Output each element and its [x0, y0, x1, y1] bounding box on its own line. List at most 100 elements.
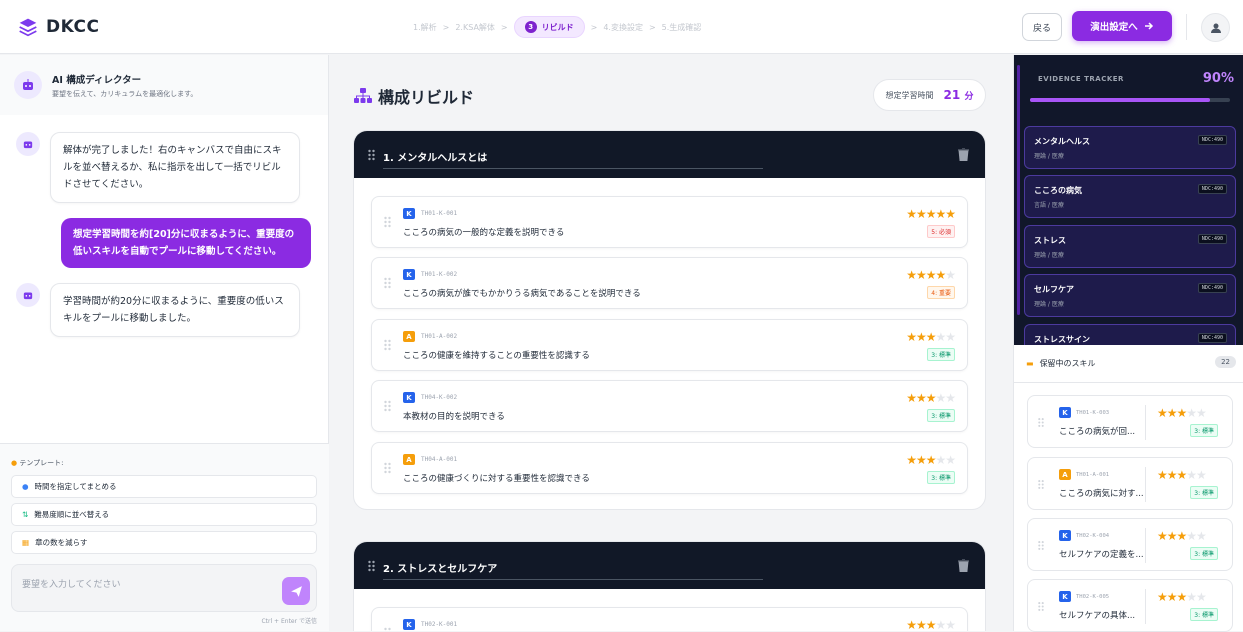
ndc-tag: NDC:490 [1197, 234, 1227, 244]
evidence-item-sub: 理論 / 医療 [1034, 252, 1064, 259]
skill-card[interactable]: A TH04-A-001 こころの健康づくりに対する重要性を認識できる ★★★★… [371, 442, 968, 494]
robot-icon [14, 71, 42, 99]
drag-handle-icon[interactable] [368, 560, 375, 572]
importance-badge: 3: 標準 [1190, 547, 1218, 560]
skill-code: TH01-K-002 [421, 271, 458, 278]
skill-card[interactable]: K TH01-K-001 こころの病気の一般的な定義を説明できる ★★★★★ 5… [371, 196, 968, 248]
skill-card[interactable]: K TH01-K-002 こころの病気が誰でもかかりうる病気であることを説明でき… [371, 257, 968, 309]
evidence-item[interactable]: セルフケア 理論 / 医療 NDC:490 [1024, 274, 1236, 317]
skill-code: TH02-K-005 [1076, 594, 1110, 600]
evidence-title: EVIDENCE TRACKER [1038, 75, 1124, 83]
importance-badge: 3: 標準 [1190, 486, 1218, 499]
drag-handle-icon[interactable] [384, 339, 391, 351]
evidence-item-sub: 理論 / 医療 [1034, 301, 1064, 308]
template-sort-button[interactable]: ⇅ 難易度順に並べ替える [11, 503, 317, 526]
skill-name: こころの病気に対す... [1059, 489, 1144, 499]
skill-card[interactable]: A TH01-A-002 こころの健康を維持することの重要性を認識する ★★★★… [371, 319, 968, 371]
evidence-item[interactable]: こころの病気 言語 / 医療 NDC:490 [1024, 175, 1236, 218]
send-button[interactable] [282, 577, 310, 605]
drag-handle-icon[interactable] [384, 216, 391, 228]
evidence-item-sub: 言語 / 医療 [1034, 202, 1064, 209]
chat-subtitle: 要望を伝えて、カリキュラムを最適化します。 [52, 89, 198, 98]
star-rating[interactable]: ★★★★★ [906, 453, 956, 467]
step-4[interactable]: 4.変換設定 [603, 22, 643, 33]
drag-handle-icon[interactable] [1038, 479, 1044, 490]
study-time-label: 想定学習時間 [885, 90, 934, 100]
skill-type-badge: A [403, 331, 415, 342]
star-rating[interactable]: ★★★★★ [1157, 529, 1207, 543]
layers-icon [19, 18, 37, 36]
drag-handle-icon[interactable] [368, 149, 375, 161]
drag-handle-icon[interactable] [384, 277, 391, 289]
pool-skill-card[interactable]: K TH02-K-004 セルフケアの定義を... ★★★★★ 3: 標準 [1027, 518, 1233, 571]
step-separator: > [648, 22, 656, 32]
chapter-card: 2. ストレスとセルフケア K TH02-K-001 ★★★★★ [353, 541, 986, 631]
evidence-percent: 90% [1202, 71, 1234, 86]
pool-skill-card[interactable]: K TH02-K-005 セルフケアの具体... ★★★★★ 3: 標準 [1027, 579, 1233, 632]
top-bar: DKCC 1.解析 > 2.KSA解体 > 3 リビルド > 4.変換設定 > … [0, 0, 1243, 54]
hierarchy-icon [354, 88, 372, 103]
star-rating[interactable]: ★★★★★ [906, 618, 956, 631]
star-rating[interactable]: ★★★★★ [1157, 590, 1207, 604]
skill-card[interactable]: K TH02-K-001 ★★★★★ [371, 607, 968, 631]
pool-skill-card[interactable]: K TH01-K-003 こころの病気が回... ★★★★★ 3: 標準 [1027, 395, 1233, 448]
drag-handle-icon[interactable] [384, 627, 391, 631]
user-avatar[interactable] [1201, 13, 1230, 42]
step-3-active[interactable]: 3 リビルド [513, 16, 585, 38]
step-2[interactable]: 2.KSA解体 [455, 22, 495, 33]
pool-skill-card[interactable]: A TH01-A-001 こころの病気に対す... ★★★★★ 3: 標準 [1027, 457, 1233, 510]
evidence-item[interactable]: ストレス 理論 / 医療 NDC:490 [1024, 225, 1236, 268]
canvas-title: 構成リビルド [354, 84, 474, 108]
step-1[interactable]: 1.解析 [413, 22, 437, 33]
star-rating[interactable]: ★★★★★ [906, 268, 956, 282]
drag-handle-icon[interactable] [1038, 601, 1044, 612]
trash-icon[interactable] [958, 148, 969, 161]
drag-handle-icon[interactable] [1038, 417, 1044, 428]
drag-handle-icon[interactable] [384, 400, 391, 412]
skill-code: TH01-K-003 [1076, 410, 1110, 416]
bot-message: 解体が完了しました！右のキャンバスで自由にスキルを並べ替えるか、私に指示を出して… [16, 132, 300, 203]
skill-code: TH02-K-004 [1076, 533, 1110, 539]
template-time-button[interactable]: ● 時間を指定してまとめる [11, 475, 317, 498]
skill-name: こころの病気が誰でもかかりうる病気であることを説明できる [403, 289, 641, 299]
back-button[interactable]: 戻る [1022, 13, 1062, 41]
star-rating[interactable]: ★★★★★ [906, 207, 956, 221]
chat-input-placeholder: 要望を入力してください [22, 580, 121, 590]
template-area: ● テンプレート: ● 時間を指定してまとめる ⇅ 難易度順に並べ替える ▦ 章… [0, 443, 329, 631]
divider [1145, 467, 1146, 502]
chat-panel: AI 構成ディレクター 要望を伝えて、カリキュラムを最適化します。 解体が完了し… [0, 55, 329, 631]
chapter-title-input[interactable]: 1. メンタルヘルスとは [383, 149, 763, 169]
step-5[interactable]: 5.生成確認 [662, 22, 702, 33]
star-rating[interactable]: ★★★★★ [906, 330, 956, 344]
trash-icon[interactable] [958, 559, 969, 572]
template-label-text: 章の数を減らす [35, 538, 88, 547]
chapter-title-input[interactable]: 2. ストレスとセルフケア [383, 560, 763, 580]
chat-input[interactable]: 要望を入力してください [11, 564, 317, 612]
star-rating[interactable]: ★★★★★ [1157, 468, 1207, 482]
logo[interactable]: DKCC [18, 17, 99, 37]
bot-message-text: 学習時間が約20分に収まるように、重要度の低いスキルをプールに移動しました。 [50, 283, 300, 337]
send-icon [290, 585, 302, 597]
drag-handle-icon[interactable] [384, 462, 391, 474]
star-rating[interactable]: ★★★★★ [906, 391, 956, 405]
template-chapters-button[interactable]: ▦ 章の数を減らす [11, 531, 317, 554]
importance-badge: 3: 標準 [927, 348, 955, 361]
drag-handle-icon[interactable] [1038, 540, 1044, 551]
user-message: 想定学習時間を約[20]分に収まるように、重要度の低いスキルを自動でプールに移動… [61, 218, 311, 268]
importance-badge: 3: 標準 [927, 471, 955, 484]
divider [1145, 528, 1146, 563]
chapter-header[interactable]: 2. ストレスとセルフケア [354, 542, 985, 589]
evidence-item[interactable]: メンタルヘルス 理論 / 医療 NDC:490 [1024, 126, 1236, 169]
skill-card[interactable]: K TH04-K-002 本教材の目的を説明できる ★★★★★ 3: 標準 [371, 380, 968, 432]
evidence-item[interactable]: ストレスサイン NDC:490 [1024, 324, 1236, 345]
star-rating[interactable]: ★★★★★ [1157, 406, 1207, 420]
skill-code: TH01-K-001 [421, 210, 458, 217]
importance-badge: 3: 標準 [1190, 608, 1218, 621]
evidence-item-name: セルフケア [1034, 285, 1074, 294]
chapter-header[interactable]: 1. メンタルヘルスとは [354, 131, 985, 178]
next-button[interactable]: 演出設定へ [1072, 11, 1172, 41]
evidence-tracker: EVIDENCE TRACKER 90% メンタルヘルス 理論 / 医療 NDC… [1014, 55, 1243, 345]
skill-type-badge: K [1059, 407, 1071, 418]
scrollbar[interactable] [1017, 65, 1020, 315]
user-icon [1210, 23, 1221, 33]
